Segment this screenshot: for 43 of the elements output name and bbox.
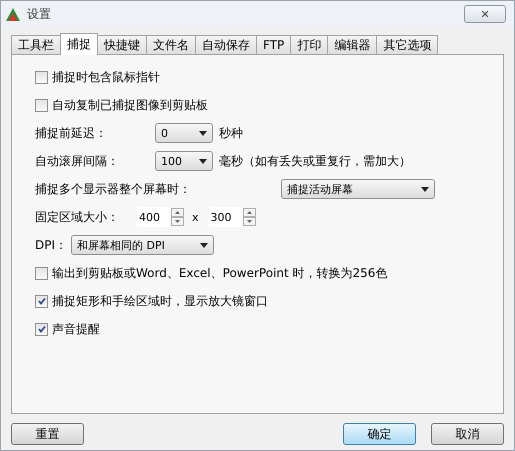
option-label: 捕捉多个显示器整个屏幕时： [35, 180, 192, 198]
window-title: 设置 [27, 6, 51, 22]
checkbox[interactable] [35, 294, 48, 308]
checkbox[interactable] [35, 98, 48, 112]
tab[interactable]: 快捷键 [97, 35, 147, 54]
tab[interactable]: FTP [256, 35, 292, 54]
tab[interactable]: 捕捉 [60, 33, 98, 55]
tab[interactable]: 其它选项 [376, 35, 438, 54]
width-field[interactable]: 400 [137, 207, 169, 227]
option-label: 捕捉前延迟： [35, 124, 108, 142]
dropdown[interactable]: 捕捉活动屏幕 [281, 179, 435, 199]
unit-label: 秒种 [219, 124, 243, 142]
checkbox-label[interactable]: 输出到剪贴板或Word、Excel、PowerPoint 时，转换为256色 [52, 264, 388, 282]
close-button[interactable]: ✕ [464, 5, 506, 23]
tab[interactable]: 编辑器 [327, 35, 378, 54]
unit-label: 毫秒（如有丢失或重复行，需加大） [219, 152, 411, 170]
checkbox[interactable] [35, 70, 48, 84]
option-label: 自动滚屏间隔： [35, 152, 120, 170]
checkbox[interactable] [35, 322, 48, 336]
checkbox-label[interactable]: 捕捉时包含鼠标指针 [52, 68, 160, 86]
checkbox-label[interactable]: 自动复制已捕捉图像到剪贴板 [52, 96, 208, 114]
dropdown[interactable]: 0 [155, 123, 213, 143]
dialog-button[interactable]: 重置 [11, 423, 84, 445]
tab[interactable]: 文件名 [146, 35, 196, 54]
caret-icon [199, 130, 207, 136]
dropdown[interactable]: 100 [155, 151, 213, 171]
tab[interactable]: 打印 [290, 35, 328, 54]
caret-icon [199, 158, 207, 164]
height-field[interactable]: 300 [208, 207, 241, 227]
option-label: 固定区域大小： [35, 208, 120, 226]
tab[interactable]: 工具栏 [11, 35, 61, 54]
separator-label: x [192, 210, 199, 224]
checkbox[interactable] [35, 266, 48, 280]
checkbox-label[interactable]: 捕捉矩形和手绘区域时，显示放大镜窗口 [52, 292, 268, 310]
dropdown[interactable]: 和屏幕相同的 DPI [71, 235, 214, 255]
caret-icon [421, 186, 429, 192]
tab[interactable]: 自动保存 [195, 35, 257, 54]
caret-icon [200, 242, 208, 248]
checkbox-label[interactable]: 声音提醒 [52, 320, 100, 338]
option-label: DPI： [35, 236, 68, 254]
dialog-button[interactable]: 确定 [343, 423, 416, 445]
app-icon [5, 6, 21, 22]
dialog-button[interactable]: 取消 [431, 423, 504, 445]
